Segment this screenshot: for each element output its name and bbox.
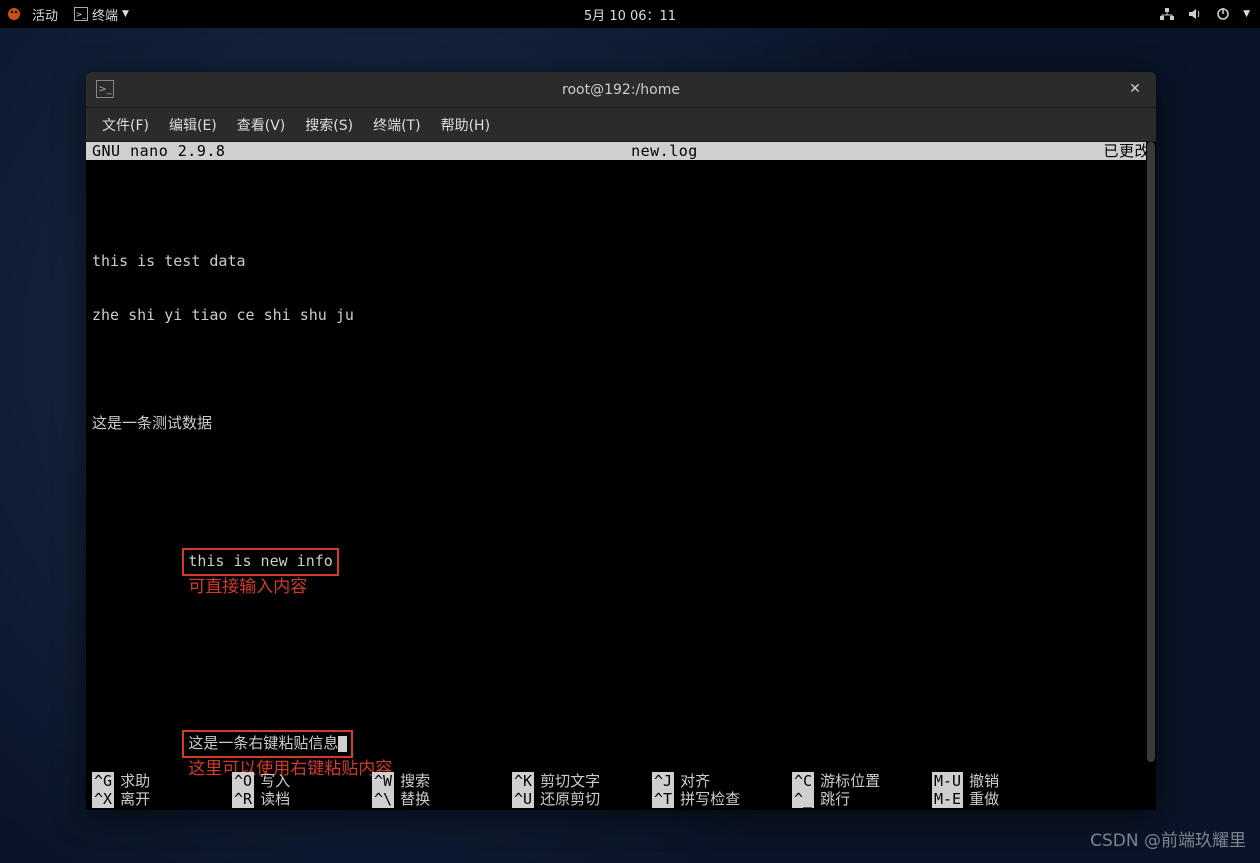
shortcut-item: ^U 还原剪切: [512, 790, 652, 808]
menu-search[interactable]: 搜索(S): [295, 111, 363, 139]
terminal-window: >_ root@192:/home ✕ 文件(F) 编辑(E) 查看(V) 搜索…: [86, 72, 1156, 810]
nano-app-name: GNU nano 2.9.8: [92, 142, 225, 160]
close-button[interactable]: ✕: [1124, 78, 1146, 100]
shortcut-key: ^\: [372, 790, 394, 808]
shortcut-item: ^C 游标位置: [792, 772, 932, 790]
gnome-topbar: 活动 >_ 终端 ▼ 5月 10 06：11 ▼: [0, 0, 1260, 28]
shortcut-item: ^_ 跳行: [792, 790, 932, 808]
highlight-text: 这是一条右键粘贴信息: [188, 734, 338, 752]
distro-logo-icon: [6, 6, 22, 22]
shortcut-key: ^O: [232, 772, 254, 790]
shortcut-label: 求助: [120, 772, 150, 790]
chevron-down-icon: ▼: [122, 9, 129, 19]
editor-line: this is test data: [92, 252, 1150, 270]
power-icon[interactable]: [1215, 6, 1231, 22]
shortcut-item: ^X 离开: [92, 790, 232, 808]
active-app-name: 终端: [92, 5, 118, 24]
terminal-icon: >_: [96, 80, 114, 98]
clock[interactable]: 5月 10 06：11: [584, 5, 676, 24]
menubar: 文件(F) 编辑(E) 查看(V) 搜索(S) 终端(T) 帮助(H): [86, 108, 1156, 142]
nano-filename: new.log: [225, 142, 1103, 160]
nano-header: GNU nano 2.9.8 new.log 已更改: [86, 142, 1156, 160]
shortcut-key: ^T: [652, 790, 674, 808]
shortcut-label: 跳行: [820, 790, 850, 808]
terminal-icon: >_: [74, 7, 88, 21]
shortcut-label: 还原剪切: [540, 790, 600, 808]
annotation-1: 可直接输入内容: [188, 572, 307, 597]
shortcut-label: 写入: [260, 772, 290, 790]
shortcut-item: ^O 写入: [232, 772, 372, 790]
menu-terminal[interactable]: 终端(T): [363, 111, 430, 139]
shortcut-label: 撤销: [969, 772, 999, 790]
shortcut-key: ^X: [92, 790, 114, 808]
editor-line: 这是一条测试数据: [92, 414, 1150, 432]
chevron-down-icon: ▼: [1243, 9, 1250, 19]
shortcut-item: ^K 剪切文字: [512, 772, 652, 790]
shortcut-label: 搜索: [400, 772, 430, 790]
shortcut-key: ^C: [792, 772, 814, 790]
terminal-body[interactable]: GNU nano 2.9.8 new.log 已更改 this is test …: [86, 142, 1156, 810]
shortcut-item: ^W 搜索: [372, 772, 512, 790]
shortcut-item: ^\ 替换: [372, 790, 512, 808]
watermark: CSDN @前端玖耀里: [1090, 826, 1246, 851]
shortcut-key: M-E: [932, 790, 963, 808]
nano-status: 已更改: [1103, 142, 1150, 160]
menu-edit[interactable]: 编辑(E): [159, 111, 227, 139]
shortcut-key: ^G: [92, 772, 114, 790]
nano-editor-area[interactable]: this is test data zhe shi yi tiao ce shi…: [86, 160, 1156, 810]
text-cursor: [338, 736, 347, 752]
shortcut-key: ^R: [232, 790, 254, 808]
window-title: root@192:/home: [562, 82, 680, 98]
shortcut-label: 剪切文字: [540, 772, 600, 790]
shortcut-item: M-E 重做: [932, 790, 1072, 808]
highlight-text: this is new info: [188, 552, 333, 570]
window-titlebar[interactable]: >_ root@192:/home ✕: [86, 72, 1156, 108]
shortcut-label: 游标位置: [820, 772, 880, 790]
activities-button[interactable]: 活动: [26, 5, 64, 24]
shortcut-key: ^_: [792, 790, 814, 808]
menu-help[interactable]: 帮助(H): [431, 111, 500, 139]
shortcut-label: 离开: [120, 790, 150, 808]
menu-file[interactable]: 文件(F): [92, 111, 159, 139]
shortcut-key: ^J: [652, 772, 674, 790]
shortcut-key: ^W: [372, 772, 394, 790]
scrollbar[interactable]: [1146, 142, 1156, 810]
shortcut-label: 重做: [969, 790, 999, 808]
active-app-indicator[interactable]: >_ 终端 ▼: [68, 5, 135, 24]
shortcut-label: 读档: [260, 790, 290, 808]
shortcut-item: ^J 对齐: [652, 772, 792, 790]
shortcut-label: 对齐: [680, 772, 710, 790]
shortcut-label: 拼写检查: [680, 790, 740, 808]
shortcut-item: M-U 撤销: [932, 772, 1072, 790]
shortcut-key: ^K: [512, 772, 534, 790]
scrollbar-thumb[interactable]: [1147, 142, 1155, 762]
network-icon[interactable]: [1159, 6, 1175, 22]
shortcut-item: ^G 求助: [92, 772, 232, 790]
shortcut-item: ^T 拼写检查: [652, 790, 792, 808]
shortcut-label: 替换: [400, 790, 430, 808]
shortcut-key: M-U: [932, 772, 963, 790]
volume-icon[interactable]: [1187, 6, 1203, 22]
editor-line: zhe shi yi tiao ce shi shu ju: [92, 306, 1150, 324]
shortcut-key: ^U: [512, 790, 534, 808]
menu-view[interactable]: 查看(V): [227, 111, 296, 139]
shortcut-item: ^R 读档: [232, 790, 372, 808]
nano-shortcut-bar: ^G 求助 ^O 写入 ^W 搜索 ^K 剪切文字 ^J 对齐 ^C 游标位置 M-U 撤销 ^X 离开 ^R…: [86, 772, 1146, 810]
